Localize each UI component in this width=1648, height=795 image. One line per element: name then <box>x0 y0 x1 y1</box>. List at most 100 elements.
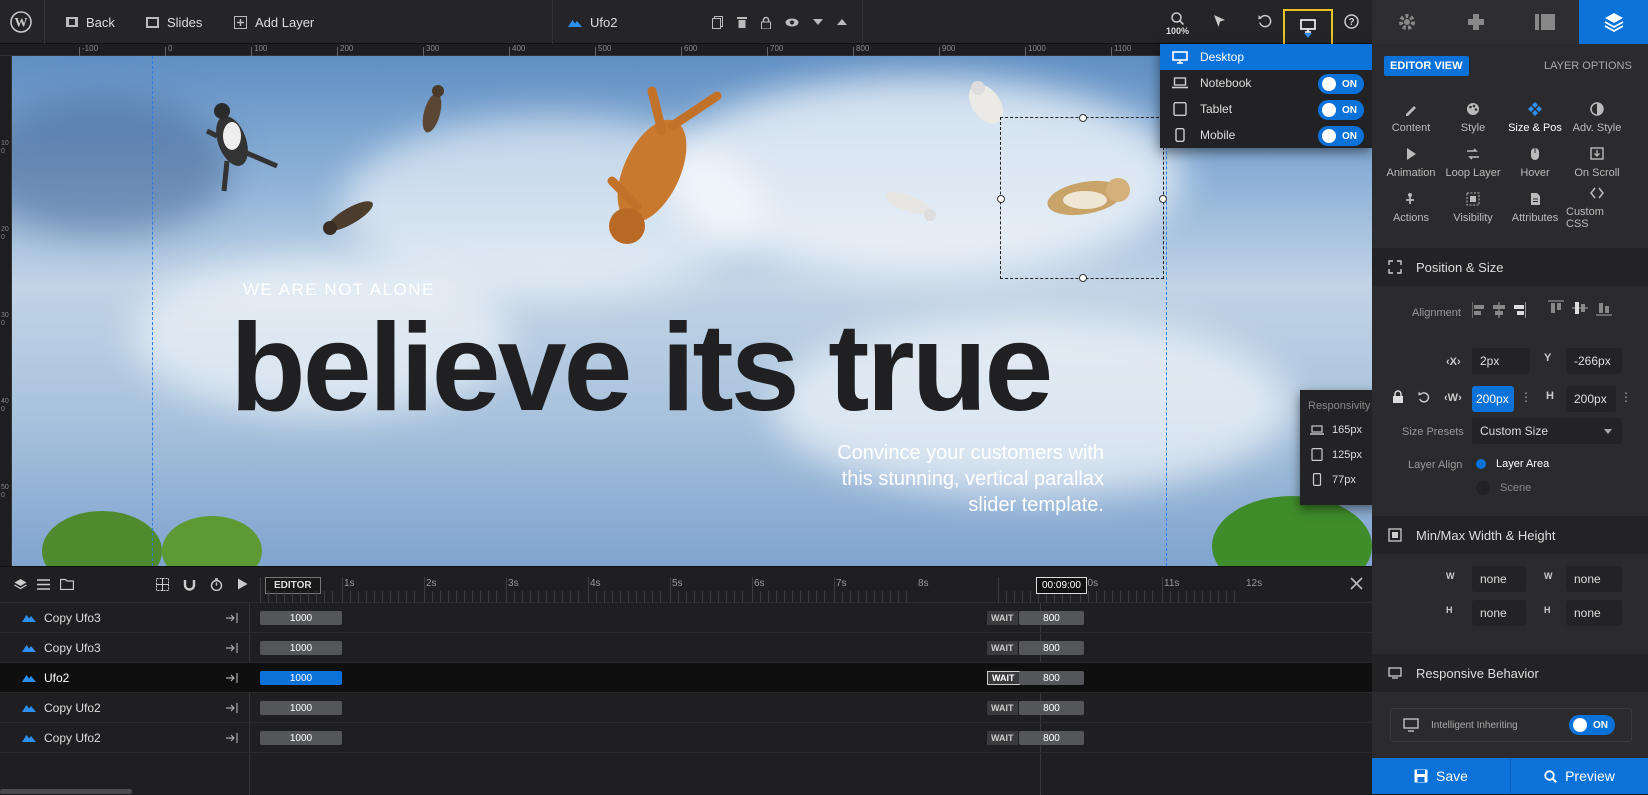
wait-marker[interactable]: WAIT <box>987 671 1020 685</box>
in-animation-bar[interactable]: 1000 <box>260 641 342 655</box>
flying-golden-retriever-image[interactable] <box>592 86 722 256</box>
timeline-row[interactable]: Ufo2 1000 WAIT 800 <box>0 663 1372 693</box>
grid-snap-icon[interactable] <box>156 578 169 591</box>
save-button[interactable]: Save <box>1372 758 1510 794</box>
flying-cat-image[interactable] <box>316 188 386 243</box>
wait-marker[interactable]: WAIT <box>987 731 1018 745</box>
tool-adv-style[interactable]: Adv. Style <box>1566 96 1628 140</box>
headline-layer[interactable]: believe its true <box>230 294 1053 443</box>
slides-button[interactable]: Slides <box>146 0 202 44</box>
device-option-mobile[interactable]: Mobile ON <box>1160 122 1372 148</box>
help-button[interactable]: ? <box>1344 14 1359 32</box>
cursor-mode-button[interactable] <box>1213 14 1226 31</box>
tab-navigation[interactable] <box>1441 0 1510 44</box>
layer-align-scene[interactable]: Scene <box>1476 481 1531 495</box>
arrow-to-right-icon[interactable] <box>226 733 238 743</box>
tool-content[interactable]: Content <box>1380 96 1442 140</box>
arrow-to-right-icon[interactable] <box>226 643 238 653</box>
out-animation-bar[interactable]: 800 <box>1019 671 1084 685</box>
tool-loop-layer[interactable]: Loop Layer <box>1442 141 1504 185</box>
timeline-layer-name[interactable]: Ufo2 <box>22 671 69 685</box>
y-position-input[interactable]: -266px <box>1566 348 1622 374</box>
resize-handle-top[interactable] <box>1079 114 1087 122</box>
timeline-layer-name[interactable]: Copy Ufo3 <box>22 641 101 655</box>
undo-button[interactable] <box>1258 14 1272 31</box>
min-width-input[interactable]: none <box>1472 566 1526 592</box>
minmax-header[interactable]: Min/Max Width & Height <box>1372 516 1648 554</box>
timeline-layer-name[interactable]: Copy Ufo2 <box>22 731 101 745</box>
arrow-to-right-icon[interactable] <box>226 613 238 623</box>
align-bottom-icon[interactable] <box>1596 300 1612 316</box>
in-animation-bar[interactable]: 1000 <box>260 611 342 625</box>
wait-marker[interactable]: WAIT <box>987 611 1018 625</box>
eye-icon[interactable] <box>785 18 799 27</box>
preview-button[interactable]: Preview <box>1511 758 1648 794</box>
wordpress-logo-button[interactable]: W <box>10 0 32 44</box>
device-option-notebook[interactable]: Notebook ON <box>1160 70 1372 96</box>
stopwatch-icon[interactable] <box>210 578 223 591</box>
align-right-icon[interactable] <box>1512 302 1526 318</box>
tab-layer-settings[interactable] <box>1579 0 1648 44</box>
caret-up-icon[interactable] <box>837 19 847 25</box>
align-center-icon[interactable] <box>1492 302 1506 318</box>
add-layer-button[interactable]: Add Layer <box>234 0 314 44</box>
device-option-desktop[interactable]: Desktop <box>1160 44 1372 70</box>
out-animation-bar[interactable]: 800 <box>1019 641 1084 655</box>
tab-slide-settings[interactable] <box>1510 0 1579 44</box>
tool-animation[interactable]: Animation <box>1380 141 1442 185</box>
timeline-row[interactable]: Copy Ufo2 1000 WAIT 800 <box>0 693 1372 723</box>
tool-actions[interactable]: Actions <box>1380 186 1442 230</box>
responsivity-notebook[interactable]: 165px <box>1310 424 1362 436</box>
close-timeline-button[interactable] <box>1350 577 1363 593</box>
device-option-tablet[interactable]: Tablet ON <box>1160 96 1372 122</box>
magnet-icon[interactable] <box>183 578 196 591</box>
trash-icon[interactable] <box>737 16 747 28</box>
width-options-icon[interactable]: ⋮ <box>1520 390 1532 404</box>
play-icon[interactable] <box>237 578 248 590</box>
timeline-row[interactable]: Copy Ufo3 1000 WAIT 800 <box>0 603 1372 633</box>
width-input[interactable]: 200px <box>1472 386 1514 412</box>
responsivity-tablet[interactable]: 125px <box>1310 448 1362 461</box>
tab-slider-settings[interactable] <box>1372 0 1441 44</box>
tool-visibility[interactable]: Visibility <box>1442 186 1504 230</box>
timeline-layer-name[interactable]: Copy Ufo2 <box>22 701 101 715</box>
wait-marker[interactable]: WAIT <box>987 641 1018 655</box>
max-height-input[interactable]: none <box>1566 600 1622 626</box>
lock-ratio-button[interactable] <box>1392 390 1404 407</box>
position-size-header[interactable]: Position & Size <box>1372 248 1648 286</box>
out-animation-bar[interactable]: 800 <box>1019 611 1084 625</box>
reset-size-button[interactable] <box>1418 391 1431 407</box>
tool-style[interactable]: Style <box>1442 96 1504 140</box>
mobile-toggle[interactable]: ON <box>1318 126 1364 146</box>
wait-marker[interactable]: WAIT <box>987 701 1018 715</box>
device-selector-button[interactable] <box>1283 9 1333 47</box>
list-icon[interactable] <box>37 578 50 591</box>
back-button[interactable]: Back <box>66 0 115 44</box>
align-middle-icon[interactable] <box>1572 300 1588 316</box>
height-options-icon[interactable]: ⋮ <box>1620 390 1632 404</box>
tool-on-scroll[interactable]: On Scroll <box>1566 141 1628 185</box>
tool-attributes[interactable]: Attributes <box>1504 186 1566 230</box>
in-animation-bar[interactable]: 1000 <box>260 701 342 715</box>
intelligent-inheriting-toggle[interactable]: ON <box>1569 715 1615 735</box>
current-time-indicator[interactable]: 00:09:00 <box>1036 577 1087 594</box>
flying-cat-image[interactable] <box>878 181 938 226</box>
timeline-scrollbar[interactable] <box>0 789 132 794</box>
responsivity-mobile[interactable]: 77px <box>1310 473 1356 486</box>
flying-dog-image[interactable] <box>202 91 282 201</box>
lock-icon[interactable] <box>761 16 771 29</box>
duplicate-icon[interactable] <box>712 15 723 29</box>
responsive-behavior-header[interactable]: Responsive Behavior <box>1372 654 1648 692</box>
resize-handle-bottom[interactable] <box>1079 274 1087 282</box>
arrow-to-right-icon[interactable] <box>226 673 238 683</box>
size-presets-select[interactable]: Custom Size <box>1472 418 1622 444</box>
body-text-layer[interactable]: Convince your customers with this stunni… <box>804 440 1104 518</box>
in-animation-bar[interactable]: 1000 <box>260 731 342 745</box>
tablet-toggle[interactable]: ON <box>1318 100 1364 120</box>
folder-icon[interactable] <box>60 578 74 590</box>
out-animation-bar[interactable]: 800 <box>1019 701 1084 715</box>
max-width-input[interactable]: none <box>1566 566 1622 592</box>
zoom-control[interactable]: 100% <box>1166 12 1189 36</box>
height-input[interactable]: 200px <box>1566 386 1616 412</box>
timeline-row[interactable]: Copy Ufo3 1000 WAIT 800 <box>0 633 1372 663</box>
